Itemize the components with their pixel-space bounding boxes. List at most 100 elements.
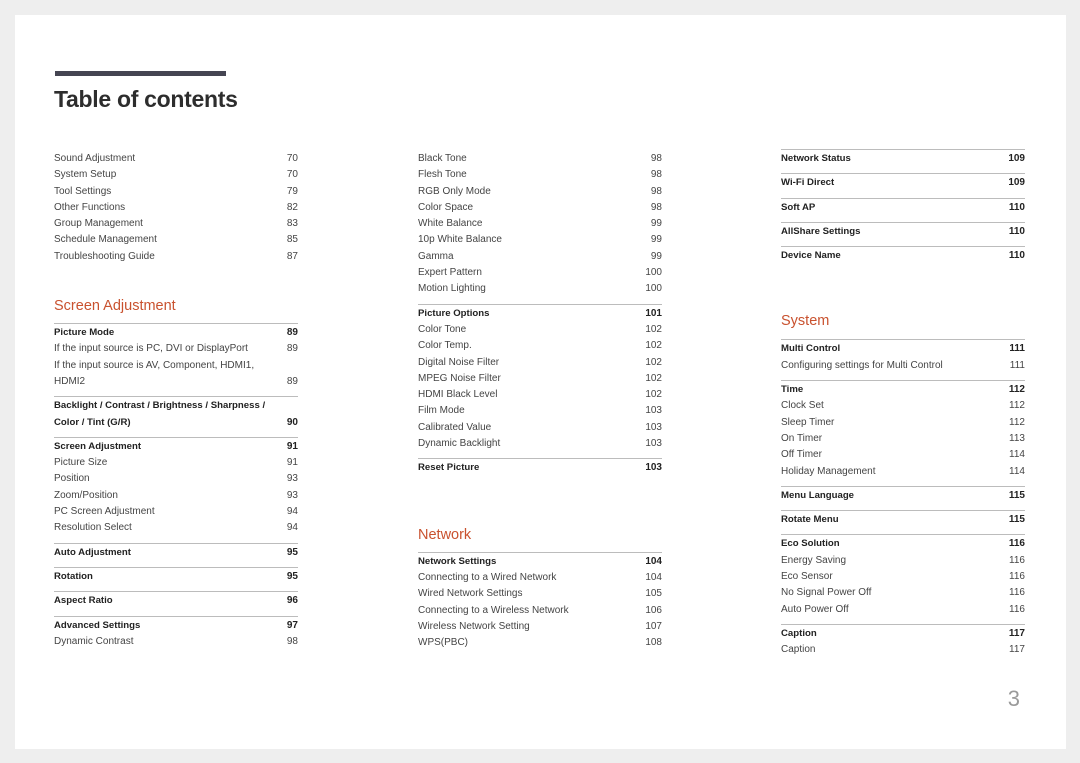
toc-entry[interactable]: Resolution Select 94 [54, 520, 298, 536]
toc-group: Sound Adjustment 70 System Setup 70 Tool Set… [54, 151, 298, 271]
toc-entry[interactable]: Color Temp. 102 [418, 338, 662, 354]
toc-heading-entry[interactable]: Backlight / Contrast / Brightness / Shar… [54, 398, 298, 431]
toc-entry[interactable]: Color Space 98 [418, 200, 662, 216]
toc-entry[interactable]: Wired Network Settings 105 [418, 586, 662, 602]
toc-entry[interactable]: Expert Pattern 100 [418, 265, 662, 281]
section-heading: Screen Adjustment [54, 298, 176, 315]
section-heading: System [781, 313, 830, 330]
toc-entry[interactable]: Sound Adjustment 70 [54, 151, 298, 167]
toc-entry-label: No Signal Power Off [781, 587, 872, 599]
toc-entry-page: 94 [286, 506, 298, 518]
toc-entry[interactable]: If the input source is AV, Component, HD… [54, 358, 298, 391]
toc-entry-page: 98 [650, 201, 662, 213]
toc-heading-entry[interactable]: Device Name 110 [781, 248, 1025, 264]
toc-heading-entry[interactable]: Reset Picture 103 [418, 460, 662, 476]
toc-heading-entry[interactable]: Network Settings 104 [418, 554, 662, 570]
toc-entry-page: 104 [645, 571, 662, 583]
toc-entry[interactable]: Motion Lighting 100 [418, 281, 662, 297]
toc-entry-label: AllShare Settings [781, 225, 861, 237]
toc-entry[interactable]: Dynamic Contrast 98 [54, 634, 298, 650]
toc-heading-entry[interactable]: Auto Adjustment 95 [54, 545, 298, 561]
toc-entry-label: Dynamic Contrast [54, 635, 134, 647]
toc-heading-entry[interactable]: Picture Mode 89 [54, 325, 298, 341]
toc-entry-page: 116 [1009, 554, 1025, 566]
toc-heading-entry[interactable]: Soft AP 110 [781, 200, 1025, 216]
toc-entry-page: 111 [1009, 359, 1025, 371]
toc-entry[interactable]: No Signal Power Off 116 [781, 585, 1025, 601]
toc-entry[interactable]: If the input source is PC, DVI or Displa… [54, 341, 298, 357]
toc-heading-entry[interactable]: Advanced Settings 97 [54, 618, 298, 634]
toc-entry[interactable]: Position 93 [54, 471, 298, 487]
toc-entry-label: Connecting to a Wired Network [418, 571, 557, 583]
toc-entry[interactable]: Configuring settings for Multi Control 11… [781, 358, 1025, 374]
toc-entry[interactable]: Clock Set 112 [781, 398, 1025, 414]
toc-entry-page: 110 [1008, 201, 1025, 213]
toc-entry-page: 85 [286, 234, 298, 246]
toc-entry-page: 109 [1008, 153, 1025, 164]
document-page: Table of contents Sound Adjustment 70 Syst… [15, 15, 1066, 749]
toc-entry-page: 100 [645, 283, 662, 295]
toc-entry-page: 116 [1009, 571, 1025, 583]
toc-heading-entry[interactable]: AllShare Settings 110 [781, 224, 1025, 240]
toc-entry[interactable]: System Setup 70 [54, 167, 298, 183]
toc-heading-entry[interactable]: Menu Language 115 [781, 488, 1025, 504]
toc-entry[interactable]: Group Management 83 [54, 216, 298, 232]
toc-entry[interactable]: Picture Size 91 [54, 455, 298, 471]
toc-entry[interactable]: Connecting to a Wireless Network 106 [418, 603, 662, 619]
toc-entry[interactable]: Auto Power Off 116 [781, 602, 1025, 618]
toc-entry[interactable]: HDMI Black Level 102 [418, 387, 662, 403]
toc-entry[interactable]: Digital Noise Filter 102 [418, 355, 662, 371]
toc-entry[interactable]: Connecting to a Wired Network 104 [418, 570, 662, 586]
toc-entry[interactable]: Schedule Management 85 [54, 232, 298, 248]
toc-entry[interactable]: Zoom/Position 93 [54, 488, 298, 504]
toc-entry[interactable]: Eco Sensor 116 [781, 569, 1025, 585]
toc-entry-page: 70 [286, 169, 298, 181]
toc-entry[interactable]: Troubleshooting Guide 87 [54, 249, 298, 265]
toc-entry[interactable]: 10p White Balance 99 [418, 232, 662, 248]
toc-entry[interactable]: Sleep Timer 112 [781, 415, 1025, 431]
toc-heading-entry[interactable]: Eco Solution 116 [781, 536, 1025, 552]
toc-heading-entry[interactable]: Network Status 109 [781, 151, 1025, 167]
toc-heading-entry[interactable]: Multi Control 111 [781, 341, 1025, 357]
toc-entry[interactable]: PC Screen Adjustment 94 [54, 504, 298, 520]
toc-entry[interactable]: Holiday Management 114 [781, 464, 1025, 480]
toc-group: Black Tone 98 Flesh Tone 98 RGB Only Mode 98 C… [418, 151, 662, 304]
toc-entry[interactable]: Dynamic Backlight 103 [418, 436, 662, 452]
toc-entry-label: White Balance [418, 218, 483, 230]
toc-group: Multi Control 111 Configuring settings for… [781, 339, 1025, 380]
toc-entry[interactable]: White Balance 99 [418, 216, 662, 232]
toc-entry[interactable]: Calibrated Value 103 [418, 420, 662, 436]
toc-entry[interactable]: Tool Settings 79 [54, 184, 298, 200]
toc-entry[interactable]: Energy Saving 116 [781, 553, 1025, 569]
toc-heading-entry[interactable]: Time 112 [781, 382, 1025, 398]
toc-group: AllShare Settings 110 [781, 221, 1025, 246]
toc-heading-entry[interactable]: Rotate Menu 115 [781, 512, 1025, 528]
toc-entry[interactable]: MPEG Noise Filter 102 [418, 371, 662, 387]
toc-entry[interactable]: Gamma 99 [418, 249, 662, 265]
toc-entry[interactable]: WPS(PBC) 108 [418, 635, 662, 651]
toc-heading-entry[interactable]: Aspect Ratio 96 [54, 593, 298, 609]
toc-heading-entry[interactable]: Rotation 95 [54, 569, 298, 585]
toc-entry[interactable]: Film Mode 103 [418, 403, 662, 419]
toc-heading-entry[interactable]: Picture Options 101 [418, 306, 662, 322]
toc-entry-label: Network Settings [418, 555, 497, 567]
toc-heading-entry[interactable]: Caption 117 [781, 626, 1025, 642]
toc-entry[interactable]: Black Tone 98 [418, 151, 662, 167]
toc-entry[interactable]: Color Tone 102 [418, 322, 662, 338]
toc-entry-label: Wired Network Settings [418, 588, 523, 600]
toc-entry[interactable]: Other Functions 82 [54, 200, 298, 216]
toc-entry[interactable]: Off Timer 114 [781, 447, 1025, 463]
toc-entry[interactable]: Flesh Tone 98 [418, 167, 662, 183]
toc-entry-page: 114 [1009, 465, 1025, 477]
toc-entry-label: Flesh Tone [418, 169, 467, 181]
toc-entry[interactable]: Wireless Network Setting 107 [418, 619, 662, 635]
toc-heading-entry[interactable]: Screen Adjustment 91 [54, 439, 298, 455]
toc-entry[interactable]: RGB Only Mode 98 [418, 184, 662, 200]
toc-entry-page: 99 [650, 250, 662, 262]
toc-entry-label: Picture Size [54, 457, 108, 469]
toc-entry[interactable]: Caption 117 [781, 642, 1025, 658]
toc-heading-entry[interactable]: Wi-Fi Direct 109 [781, 175, 1025, 191]
toc-entry[interactable]: On Timer 113 [781, 431, 1025, 447]
toc-entry-page: 95 [286, 570, 298, 582]
toc-group: Soft AP 110 [781, 197, 1025, 222]
